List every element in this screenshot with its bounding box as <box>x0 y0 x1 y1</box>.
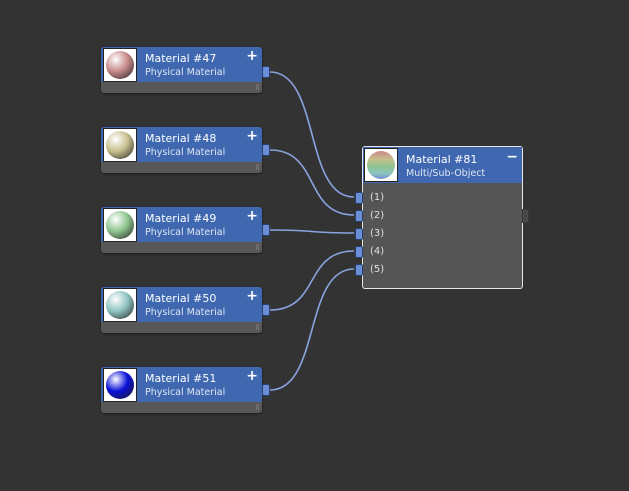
node-header[interactable]: Material #51 Physical Material + <box>101 367 262 402</box>
material-preview-thumbnail <box>103 128 137 162</box>
material-sphere-icon <box>106 131 134 159</box>
slot-label-4: (4) <box>370 246 385 257</box>
output-port[interactable] <box>262 384 270 396</box>
material-preview-thumbnail <box>103 368 137 402</box>
wire-2[interactable] <box>269 149 355 216</box>
wire-5[interactable] <box>269 268 355 391</box>
node-title: Material #50 <box>145 292 217 305</box>
node-footer: ⠿ <box>101 162 262 173</box>
collapse-button[interactable]: − <box>506 150 518 164</box>
material-node-50[interactable]: Material #50 Physical Material + ⠿ <box>101 287 270 333</box>
node-subtitle: Multi/Sub-Object <box>406 168 486 179</box>
multi-material-sphere-icon <box>367 151 395 179</box>
input-port-3[interactable] <box>355 228 363 240</box>
material-node-48[interactable]: Material #48 Physical Material + ⠿ <box>101 127 270 173</box>
slot-label-3: (3) <box>370 228 385 239</box>
material-preview-thumbnail <box>103 48 137 82</box>
material-sphere-icon <box>106 51 134 79</box>
material-node-51[interactable]: Material #51 Physical Material + ⠿ <box>101 367 270 413</box>
expand-button[interactable]: + <box>246 289 258 303</box>
expand-button[interactable]: + <box>246 49 258 63</box>
node-subtitle: Physical Material <box>145 307 226 318</box>
node-title: Material #48 <box>145 132 217 145</box>
material-sphere-icon <box>106 211 134 239</box>
output-port[interactable] <box>262 66 270 78</box>
material-node-49[interactable]: Material #49 Physical Material + ⠿ <box>101 207 270 253</box>
resize-grip-icon[interactable]: ⠿ <box>255 325 260 332</box>
expand-button[interactable]: + <box>246 129 258 143</box>
slot-label-1: (1) <box>370 192 385 203</box>
material-node-47[interactable]: Material #47 Physical Material + ⠿ <box>101 47 270 93</box>
slot-label-2: (2) <box>370 210 385 221</box>
wire-3[interactable] <box>269 229 355 234</box>
node-header[interactable]: Material #47 Physical Material + <box>101 47 262 82</box>
wires <box>269 71 355 391</box>
expand-button[interactable]: + <box>246 209 258 223</box>
node-footer: ⠿ <box>101 322 262 333</box>
material-sphere-icon <box>106 291 134 319</box>
node-subtitle: Physical Material <box>145 227 226 238</box>
node-editor-canvas[interactable]: Material #47 Physical Material + ⠿ Mater… <box>0 0 629 491</box>
node-header[interactable]: Material #50 Physical Material + <box>101 287 262 322</box>
wire-4[interactable] <box>269 250 355 311</box>
material-preview-thumbnail <box>103 208 137 242</box>
node-subtitle: Physical Material <box>145 147 226 158</box>
material-node-81[interactable]: Material #81 Multi/Sub-Object − (1) (2) … <box>355 146 529 289</box>
slot-label-5: (5) <box>370 264 385 275</box>
expand-button[interactable]: + <box>246 369 258 383</box>
resize-grip-icon[interactable]: ⠿ <box>255 405 260 412</box>
node-header[interactable]: Material #48 Physical Material + <box>101 127 262 162</box>
node-subtitle: Physical Material <box>145 387 226 398</box>
node-footer: ⠿ <box>101 402 262 413</box>
input-port-5[interactable] <box>355 264 363 276</box>
resize-grip-icon[interactable]: ⠿ <box>255 85 260 92</box>
node-header[interactable]: Material #49 Physical Material + <box>101 207 262 242</box>
material-preview-thumbnail <box>364 148 398 182</box>
output-port[interactable] <box>262 304 270 316</box>
output-port[interactable] <box>262 144 270 156</box>
node-title: Material #51 <box>145 372 217 385</box>
input-port-4[interactable] <box>355 246 363 258</box>
input-port-2[interactable] <box>355 210 363 222</box>
node-title: Material #49 <box>145 212 217 225</box>
resize-grip-icon[interactable]: ⠿ <box>255 245 260 252</box>
node-title: Material #47 <box>145 52 217 65</box>
wire-1[interactable] <box>269 71 355 198</box>
node-footer: ⠿ <box>101 242 262 253</box>
node-subtitle: Physical Material <box>145 67 226 78</box>
node-header[interactable]: Material #81 Multi/Sub-Object − <box>363 147 522 183</box>
output-port[interactable] <box>262 224 270 236</box>
material-sphere-icon <box>106 371 134 399</box>
node-title: Material #81 <box>406 153 478 166</box>
resize-grip-icon[interactable]: ⠿ <box>255 165 260 172</box>
material-preview-thumbnail <box>103 288 137 322</box>
output-port[interactable] <box>522 209 529 223</box>
input-port-1[interactable] <box>355 192 363 204</box>
node-footer: ⠿ <box>101 82 262 93</box>
